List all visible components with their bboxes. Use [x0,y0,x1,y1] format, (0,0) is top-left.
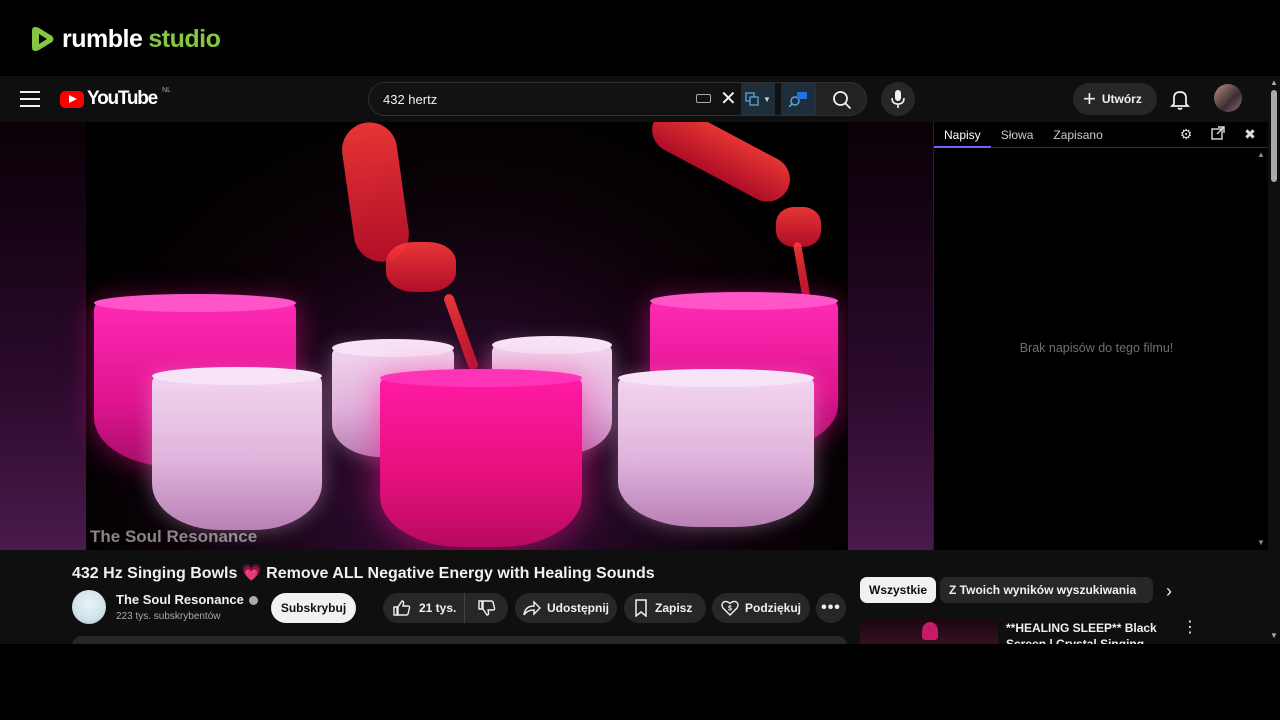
search-button[interactable] [815,82,867,116]
more-actions-button[interactable]: ••• [816,593,846,623]
scrollbar-thumb[interactable] [1271,90,1277,182]
dislike-button[interactable] [465,593,508,623]
plus-icon: + [1083,86,1096,111]
voice-search-button[interactable] [881,82,915,116]
like-dislike-group: 21 tys. [383,593,508,623]
popout-icon[interactable] [1210,126,1226,142]
country-code: NL [162,86,172,94]
thumbs-down-icon [477,600,495,616]
recommended-title[interactable]: **HEALING SLEEP** Black Screen | Crystal… [1006,620,1176,644]
notifications-bell-icon[interactable] [1168,87,1192,111]
youtube-masthead: YouTube NL ✕ ▼ + Utwórz [0,76,1268,122]
captions-scrollbar[interactable]: ▲ ▼ [1256,150,1266,548]
channel-avatar[interactable] [72,590,106,624]
keyboard-icon[interactable] [696,94,711,103]
scroll-up-icon[interactable]: ▲ [1270,78,1278,87]
tab-zapisano[interactable]: Zapisano [1043,122,1112,148]
chip-all[interactable]: Wszystkie [860,577,937,603]
mallet-arm-right [644,122,798,210]
channel-name[interactable]: The Soul Resonance [116,592,258,607]
verified-icon [248,596,258,606]
video-player[interactable]: The Soul Resonance [0,122,933,550]
captions-search-icon [788,92,807,107]
video-blur-right [848,122,933,550]
microphone-icon [891,90,905,108]
youtube-logo[interactable]: YouTube NL [60,86,172,110]
close-icon[interactable]: ✖ [1242,126,1258,142]
tab-napisy[interactable]: Napisy [934,122,991,148]
create-label: Utwórz [1101,92,1142,106]
subscriber-count: 223 tys. subskrybentów [116,611,221,622]
studio-wordmark: studio [148,24,221,53]
svg-text:$: $ [728,606,732,613]
rumble-wordmark: rumble [62,24,143,53]
translate-icon [745,92,759,106]
chip-from-search[interactable]: Z Twoich wyników wyszukiwania [940,577,1146,603]
heart-emoji: 💗 [241,565,262,582]
page-scrollbar[interactable]: ▲ ▼ [1268,76,1280,644]
hand-left [386,242,456,292]
create-button[interactable]: + Utwórz [1073,83,1157,115]
like-count: 21 tys. [419,601,457,615]
save-label: Zapisz [655,601,693,615]
translate-extension-button[interactable]: ▼ [741,83,775,115]
subscribe-button[interactable]: Subskrybuj [271,593,356,623]
bookmark-icon [635,599,647,617]
scroll-down-icon[interactable]: ▼ [1257,538,1265,547]
video-title: 432 Hz Singing Bowls 💗 Remove ALL Negati… [72,563,655,583]
menu-icon[interactable] [20,89,40,109]
chevron-down-icon[interactable]: ▼ [763,95,771,104]
captions-toolbar: ⚙ ✖ [1178,126,1258,142]
chevron-right-icon[interactable]: › [1166,581,1172,602]
youtube-page: YouTube NL ✕ ▼ + Utwórz [0,76,1280,644]
thumbs-up-icon [393,600,411,616]
rumble-studio-logo[interactable]: rumble studio [30,24,221,54]
rumble-play-icon [32,27,54,51]
thanks-label: Podziękuj [745,601,802,615]
scroll-down-icon[interactable]: ▼ [1270,631,1278,640]
heart-dollar-icon: $ [721,600,739,616]
gear-icon[interactable]: ⚙ [1178,126,1194,142]
video-frame [86,122,848,550]
captions-extension-button[interactable] [781,83,815,115]
description-box[interactable] [72,636,847,644]
no-captions-message: Brak napisów do tego filmu! [1019,341,1174,355]
share-label: Udostępnij [547,601,609,615]
clear-search-icon[interactable]: ✕ [720,89,737,109]
title-text-1: 432 Hz Singing Bowls [72,565,242,582]
youtube-wordmark: YouTube [87,88,158,109]
bowl-white-front-right [618,369,814,527]
share-button[interactable]: Udostępnij [515,593,617,623]
scroll-up-icon[interactable]: ▲ [1257,150,1265,159]
search-icon [833,91,852,110]
share-icon [523,600,541,616]
rumble-studio-header: rumble studio [0,0,1280,76]
youtube-play-icon [60,90,84,108]
channel-name-text[interactable]: The Soul Resonance [116,592,244,607]
channel-watermark: The Soul Resonance [90,527,258,546]
bowl-hot-pink-front-center [380,369,582,547]
like-button[interactable]: 21 tys. [383,593,465,623]
save-button[interactable]: Zapisz [624,593,706,623]
account-avatar[interactable] [1214,84,1242,112]
captions-panel: Napisy Słowa Zapisano ⚙ ✖ Brak napisów d… [933,122,1269,550]
search-input[interactable] [383,83,683,115]
thanks-button[interactable]: $ Podziękuj [712,593,810,623]
hand-right [776,207,821,247]
video-thumbnail[interactable] [860,618,998,644]
chip-partial[interactable] [1137,577,1153,603]
bowl-white-front-left [152,367,322,530]
title-text-2: Remove ALL Negative Energy with Healing … [261,565,655,582]
video-blur-left [0,122,86,550]
tab-slowa[interactable]: Słowa [991,122,1044,148]
recommended-video[interactable]: **HEALING SLEEP** Black Screen | Crystal… [860,616,1200,644]
more-vert-icon[interactable]: ⋮ [1182,620,1198,636]
search-box: ✕ ▼ [368,82,815,116]
